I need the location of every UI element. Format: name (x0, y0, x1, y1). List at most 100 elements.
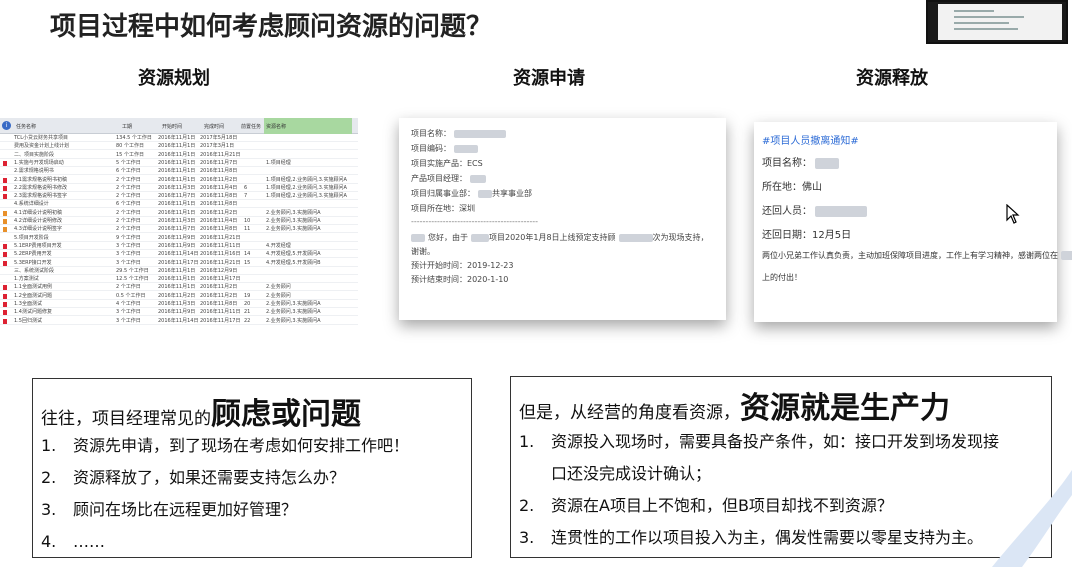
table-cell-end: 2017年5月18日 (200, 135, 238, 141)
table-cell-dur: 80 个工作日 (116, 143, 144, 150)
release-date: 还回日期：12月5日 (762, 230, 852, 241)
table-cell-name: 2.需求规格说明书 (14, 168, 54, 175)
table-cell-end: 2016年11月2日 (200, 176, 238, 183)
table-row: 2.3需求规格说明书签字 2 个工作日 2016年11月7日 2016年11月8日 7 1… (0, 193, 358, 201)
productivity-emphasis: 资源就是生产力 (740, 391, 950, 426)
request-start-date: 预计开始时间：2019-12-23 (411, 261, 514, 270)
item-text: 资源先申请，到了现场在考虑如何安排工作吧！ (73, 436, 410, 455)
table-cell-dur: 2 个工作日 (116, 209, 141, 216)
table-row: 1.5回归测试 3 个工作日 2016年11月14日 2016年11月17日 22 2.业… (0, 318, 358, 325)
item-text: 顾问在场比在远程更加好管理？ (73, 500, 298, 519)
video-thumbnail-content (938, 4, 1062, 40)
table-cell-pre: 14 (244, 251, 251, 258)
table-cell-name: 费用及资金计划上线计划 (14, 143, 70, 150)
table-cell-dur: 4 个工作日 (116, 301, 141, 307)
table-cell-start: 2016年11月2日 (158, 292, 196, 299)
row-flag-icon (3, 194, 7, 200)
table-cell-start: 2016年11月17日 (158, 259, 199, 266)
request-division-suffix: 共享事业部 (492, 189, 532, 198)
request-line: 您好，由于 (428, 233, 468, 242)
table-cell-name: 4.3详细设计说明签字 (14, 226, 62, 233)
table-cell-start: 2016年11月14日 (158, 251, 199, 258)
table-cell-res: 2.业务顾问 (266, 292, 291, 299)
table-cell-name: 2.3需求规格说明书签字 (14, 193, 67, 200)
presenter-video-thumbnail[interactable] (926, 0, 1068, 44)
table-cell-end: 2016年11月21日 (200, 151, 241, 158)
release-line: 项目名称： (762, 158, 812, 169)
table-cell-res: 2.业务顾问,3.实施顾问A (266, 218, 321, 224)
thumbnail-line (954, 22, 1009, 24)
table-cell-name: 4.系统详细设计 (14, 201, 49, 208)
resource-request-document: 项目名称： 项目编码： 项目实施产品：ECS 产品项目经理： 项目归属事业部： 共… (399, 118, 726, 320)
row-flag-icon (3, 243, 7, 249)
concerns-box: 往往，项目经理常见的顾虑或问题 1. 资源先申请，到了现场在考虑如何安排工作吧！ … (32, 378, 472, 558)
table-cell-name: 1.1全面测试用例 (14, 284, 52, 291)
table-row: 1.1全面测试用例 2 个工作日 2016年11月1日 2016年11月2日 2.业务顾… (0, 284, 358, 292)
redacted-blur (470, 174, 486, 183)
table-cell-name: 1.3全面测试 (14, 301, 42, 307)
table-cell-res: 1.项目经理,2.业务顾问,3.实施顾问A (266, 176, 347, 183)
table-cell-end: 2016年11月11日 (200, 309, 241, 316)
release-location: 所在地：佛山 (762, 182, 822, 193)
header-end: 完成时间 (204, 124, 225, 130)
table-row: 5.1ERP费用项目开发 3 个工作日 2016年11月9日 2016年11月11日 4… (0, 243, 358, 250)
table-cell-end: 2016年11月21日 (200, 234, 241, 241)
row-flag-icon (3, 185, 7, 191)
table-cell-name: 5.项目开发阶段 (14, 234, 49, 241)
row-flag-icon (3, 160, 7, 166)
table-cell-end: 2016年11月7日 (200, 159, 238, 166)
table-cell-end: 2016年11月2日 (200, 292, 238, 299)
request-project-code: 项目编码： (411, 143, 478, 154)
table-cell-start: 2016年11月1日 (158, 176, 196, 183)
table-row: 二、项目实施阶段 15 个工作日 2016年11月1日 2016年11月21日 (0, 152, 358, 159)
request-line: 产品项目经理： (411, 174, 467, 183)
table-cell-pre: 20 (244, 301, 251, 307)
table-cell-end: 2016年11月4日 (200, 218, 238, 224)
request-project-name: 项目名称： (411, 128, 506, 139)
concerns-lead: 往往，项目经理常见的 (41, 409, 211, 429)
table-cell-dur: 3 个工作日 (116, 251, 141, 258)
table-row: TCL小贷云财务共享项目 134.5 个工作日 2016年11月1日 2017年5月1… (0, 135, 358, 142)
request-thanks: 谢谢。 (411, 247, 435, 256)
redacted-blur (471, 233, 489, 242)
table-cell-dur: 3 个工作日 (116, 242, 141, 249)
request-line: 项目编码： (411, 144, 451, 153)
request-reason-text: 项目2020年1月8日上线预定支持顾 (489, 233, 616, 242)
table-cell-end: 2016年11月17日 (200, 276, 241, 283)
table-cell-start: 2016年11月14日 (158, 317, 199, 324)
row-flag-icon (3, 318, 7, 324)
item-text: 资源释放了，如果还需要支持怎么办？ (73, 468, 346, 487)
column-heading-release: 资源释放 (856, 68, 928, 89)
table-cell-dur: 3 个工作日 (116, 317, 141, 324)
table-cell-name: 2.1需求规格说明书初稿 (14, 176, 67, 183)
table-cell-dur: 2 个工作日 (116, 193, 141, 200)
table-cell-name: 5.1ERP费用项目开发 (14, 242, 62, 249)
request-product: 项目实施产品：ECS (411, 159, 483, 168)
table-cell-name: 4.2详细设计说明修改 (14, 218, 62, 224)
item-text: …… (73, 532, 105, 551)
header-task-name: 任务名称 (16, 124, 37, 130)
table-cell-dur: 6 个工作日 (116, 201, 141, 208)
request-location: 项目所在地：深圳 (411, 204, 475, 213)
release-thanks: 两位小兄弟工作认真负责，主动加班保障项目进度，工作上有学习精神，感谢两位在项目 (762, 250, 1072, 261)
table-cell-dur: 0.5 个工作日 (116, 292, 146, 299)
table-cell-end: 2016年11月21日 (200, 259, 241, 266)
table-cell-res: 1.项目经理,2.业务顾问,3.实施顾问A (266, 184, 347, 191)
concern-item: 1. 资源先申请，到了现场在考虑如何安排工作吧！ (41, 431, 409, 461)
table-cell-res: 2.业务顾问,3.实施顾问A (266, 301, 321, 307)
table-cell-pre: 22 (244, 317, 251, 324)
table-cell-name: 5.2ERP费用开发 (14, 251, 52, 258)
table-cell-end: 2016年11月8日 (200, 201, 238, 208)
table-cell-pre: 6 (244, 184, 248, 191)
table-cell-end: 2017年3月1日 (200, 143, 235, 150)
table-cell-end: 2016年11月8日 (200, 226, 238, 233)
table-cell-start: 2016年11月1日 (158, 209, 196, 216)
table-cell-res: 1.项目经理 (266, 159, 291, 166)
table-cell-dur: 12.5 个工作日 (116, 276, 149, 283)
productivity-lead: 但是，从经营的角度看资源， (519, 403, 740, 423)
table-row: 5.项目开发阶段 9 个工作日 2016年11月9日 2016年11月21日 (0, 235, 358, 242)
table-cell-name: 1.2全面测试问题 (14, 292, 52, 299)
table-cell-dur: 15 个工作日 (116, 151, 144, 158)
item-text: 资源在A项目上不饱和，但B项目却找不到资源？ (551, 496, 893, 515)
table-cell-end: 2016年11月17日 (200, 317, 241, 324)
